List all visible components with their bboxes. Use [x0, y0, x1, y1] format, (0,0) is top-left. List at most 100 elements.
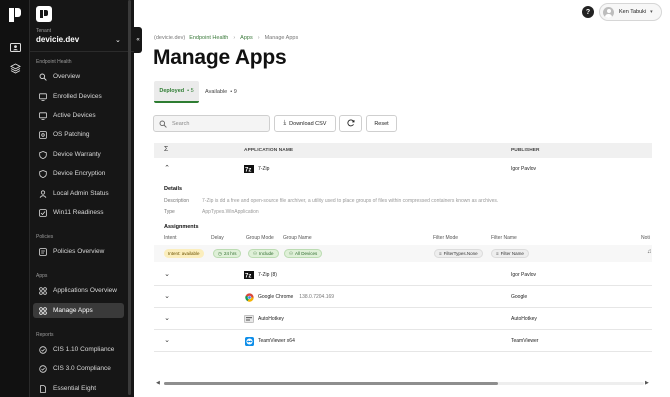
help-button[interactable]: ?: [582, 6, 594, 18]
layers-icon[interactable]: [10, 61, 21, 74]
table-horizontal-scrollbar[interactable]: ◀ ▶: [154, 380, 652, 387]
sidebar-item-label: Manage Apps: [53, 307, 93, 314]
refresh-icon: [346, 118, 355, 129]
assignments-heading: Assignments: [164, 224, 199, 230]
sidebar-item-os-patching[interactable]: OS Patching: [33, 127, 124, 142]
app-name: AutoHotkey: [258, 316, 284, 322]
sidebar-item-label: Applications Overview: [53, 287, 117, 294]
chevron-down-icon[interactable]: ⌄: [163, 292, 171, 300]
sidebar-item-label: OS Patching: [53, 131, 90, 138]
sidebar-item-win11-readiness[interactable]: Win11 Readiness: [33, 205, 124, 220]
type-label: Type: [164, 209, 175, 215]
breadcrumb-tenant: (devicie.dev): [154, 35, 186, 41]
assignment-row: Intent: available ◷ 24 hrs ⚇ Include ⚇ A…: [154, 245, 652, 262]
sidebar-item-manage-apps[interactable]: Manage Apps: [33, 303, 124, 318]
assignments-column-filter-mode: Filter Mode: [433, 235, 459, 241]
sidebar-item-label: Overview: [53, 73, 81, 80]
shield-icon: [38, 150, 47, 159]
sidebar-item-cis-3-0-compliance[interactable]: CIS 3.0 Compliance: [33, 361, 124, 376]
aggregate-icon[interactable]: Σ: [164, 146, 168, 153]
sidebar-item-applications-overview[interactable]: Applications Overview: [33, 283, 124, 298]
sidebar-item-essential-eight[interactable]: Essential Eight: [33, 381, 124, 396]
7zip-icon: 7z: [244, 271, 254, 279]
avatar: [603, 6, 614, 18]
grid-icon: [38, 306, 47, 315]
sidebar-item-label: Win11 Readiness: [53, 209, 104, 216]
sidebar-item-local-admin-status[interactable]: Local Admin Status: [33, 186, 124, 201]
sidebar-item-label: Enrolled Devices: [53, 93, 102, 100]
bell-icon: ♫: [647, 249, 652, 255]
sidebar-item-device-encryption[interactable]: Device Encryption: [33, 166, 124, 181]
filter-icon: ≡: [496, 251, 499, 256]
sidebar-item-label: Local Admin Status: [53, 190, 109, 197]
tab-label: Deployed: [159, 88, 185, 94]
assignments-column-delay: Delay: [211, 235, 224, 241]
sidebar-section-policies: Policies: [36, 234, 54, 240]
table-row[interactable]: ⌄ TeamViewer x64 TeamViewer: [154, 330, 652, 352]
scroll-left-icon[interactable]: ◀: [156, 380, 160, 386]
scroll-right-icon[interactable]: ▶: [645, 380, 649, 386]
breadcrumb-apps[interactable]: Apps: [240, 35, 253, 41]
table-row[interactable]: ⌃ 7z 7-Zip Igor Pavlov: [154, 158, 652, 180]
sidebar-item-policies-overview[interactable]: Policies Overview: [33, 244, 124, 259]
users-icon: ⚇: [253, 250, 258, 256]
sidebar-item-label: Device Warranty: [53, 151, 101, 158]
patch-icon: [38, 130, 47, 139]
id-card-icon[interactable]: [10, 40, 21, 52]
sidebar-item-enrolled-devices[interactable]: Enrolled Devices: [33, 89, 124, 104]
chevron-down-icon: ▾: [650, 9, 653, 15]
tab-count: • 5: [187, 88, 194, 94]
monitor-icon: [38, 111, 47, 120]
table-row[interactable]: ⌄ Google Chrome 138.0.7204.169 Google: [154, 286, 652, 308]
search-input[interactable]: Search: [153, 115, 270, 132]
sidebar-item-overview[interactable]: Overview: [33, 69, 124, 84]
app-name: 7-Zip: [258, 166, 270, 172]
collapse-sidebar-button[interactable]: «: [134, 27, 142, 53]
monitor-icon: [38, 92, 47, 101]
page-title: Manage Apps: [153, 46, 287, 69]
chevron-up-icon[interactable]: ⌃: [163, 164, 171, 172]
autohotkey-icon: [244, 315, 254, 323]
column-header-application-name[interactable]: APPLICATION NAME: [244, 148, 293, 153]
sidebar-item-label: CIS 3.0 Compliance: [53, 365, 111, 372]
column-header-publisher[interactable]: PUBLISHER: [511, 148, 540, 153]
chevron-down-icon[interactable]: ⌄: [163, 336, 171, 344]
sidebar-scrollbar[interactable]: [128, 0, 131, 395]
download-csv-button[interactable]: ⤓ Download CSV: [274, 115, 336, 132]
refresh-button[interactable]: [339, 115, 362, 132]
sidebar-item-active-devices[interactable]: Active Devices: [33, 108, 124, 123]
sidebar-divider: [30, 51, 134, 52]
assignments-column-intent: Intent: [164, 235, 177, 241]
app-name-text: Google Chrome: [258, 294, 294, 300]
sidebar-item-label: Policies Overview: [53, 248, 105, 255]
app-publisher: AutoHotkey: [511, 316, 537, 322]
user-name: Ken Tabuki: [619, 9, 647, 15]
tab-deployed[interactable]: Deployed • 5: [154, 81, 199, 103]
app-publisher: Igor Pavlov: [511, 272, 537, 278]
app-publisher: Google: [511, 294, 528, 300]
shield-check-icon: [38, 345, 47, 354]
reset-button[interactable]: Reset: [366, 115, 397, 132]
chevron-down-icon[interactable]: ⌄: [163, 270, 171, 278]
chevron-down-icon[interactable]: ⌄: [115, 36, 121, 44]
delay-badge: ◷ 24 hrs: [213, 249, 242, 258]
table-row[interactable]: ⌄ 7z 7-Zip (8) Igor Pavlov: [154, 264, 652, 286]
chevron-down-icon[interactable]: ⌄: [163, 314, 171, 322]
svg-text:7z: 7z: [245, 168, 251, 174]
document-icon: [38, 384, 47, 393]
assignments-column-filter-name: Filter Name: [491, 235, 517, 241]
user-menu[interactable]: Ken Tabuki ▾: [599, 3, 662, 21]
sidebar-item-cis-1-10-compliance[interactable]: CIS 1.10 Compliance: [33, 342, 124, 357]
app-name: 7-Zip (8): [258, 272, 277, 278]
sidebar-item-label: Device Encryption: [53, 170, 106, 177]
app-name: Google Chrome 138.0.7204.169: [258, 294, 334, 300]
sidebar-item-device-warranty[interactable]: Device Warranty: [33, 147, 124, 162]
tab-count: • 9: [230, 89, 237, 95]
scroll-thumb[interactable]: [164, 382, 498, 385]
breadcrumb: (devicie.dev) Endpoint Health › Apps › M…: [154, 35, 298, 41]
devicie-logo[interactable]: [36, 6, 52, 22]
tenant-selector[interactable]: devicie.dev: [36, 35, 79, 44]
table-row[interactable]: ⌄ AutoHotkey AutoHotkey: [154, 308, 652, 330]
breadcrumb-endpoint-health[interactable]: Endpoint Health: [189, 35, 228, 41]
tab-available[interactable]: Available • 9: [205, 81, 241, 103]
